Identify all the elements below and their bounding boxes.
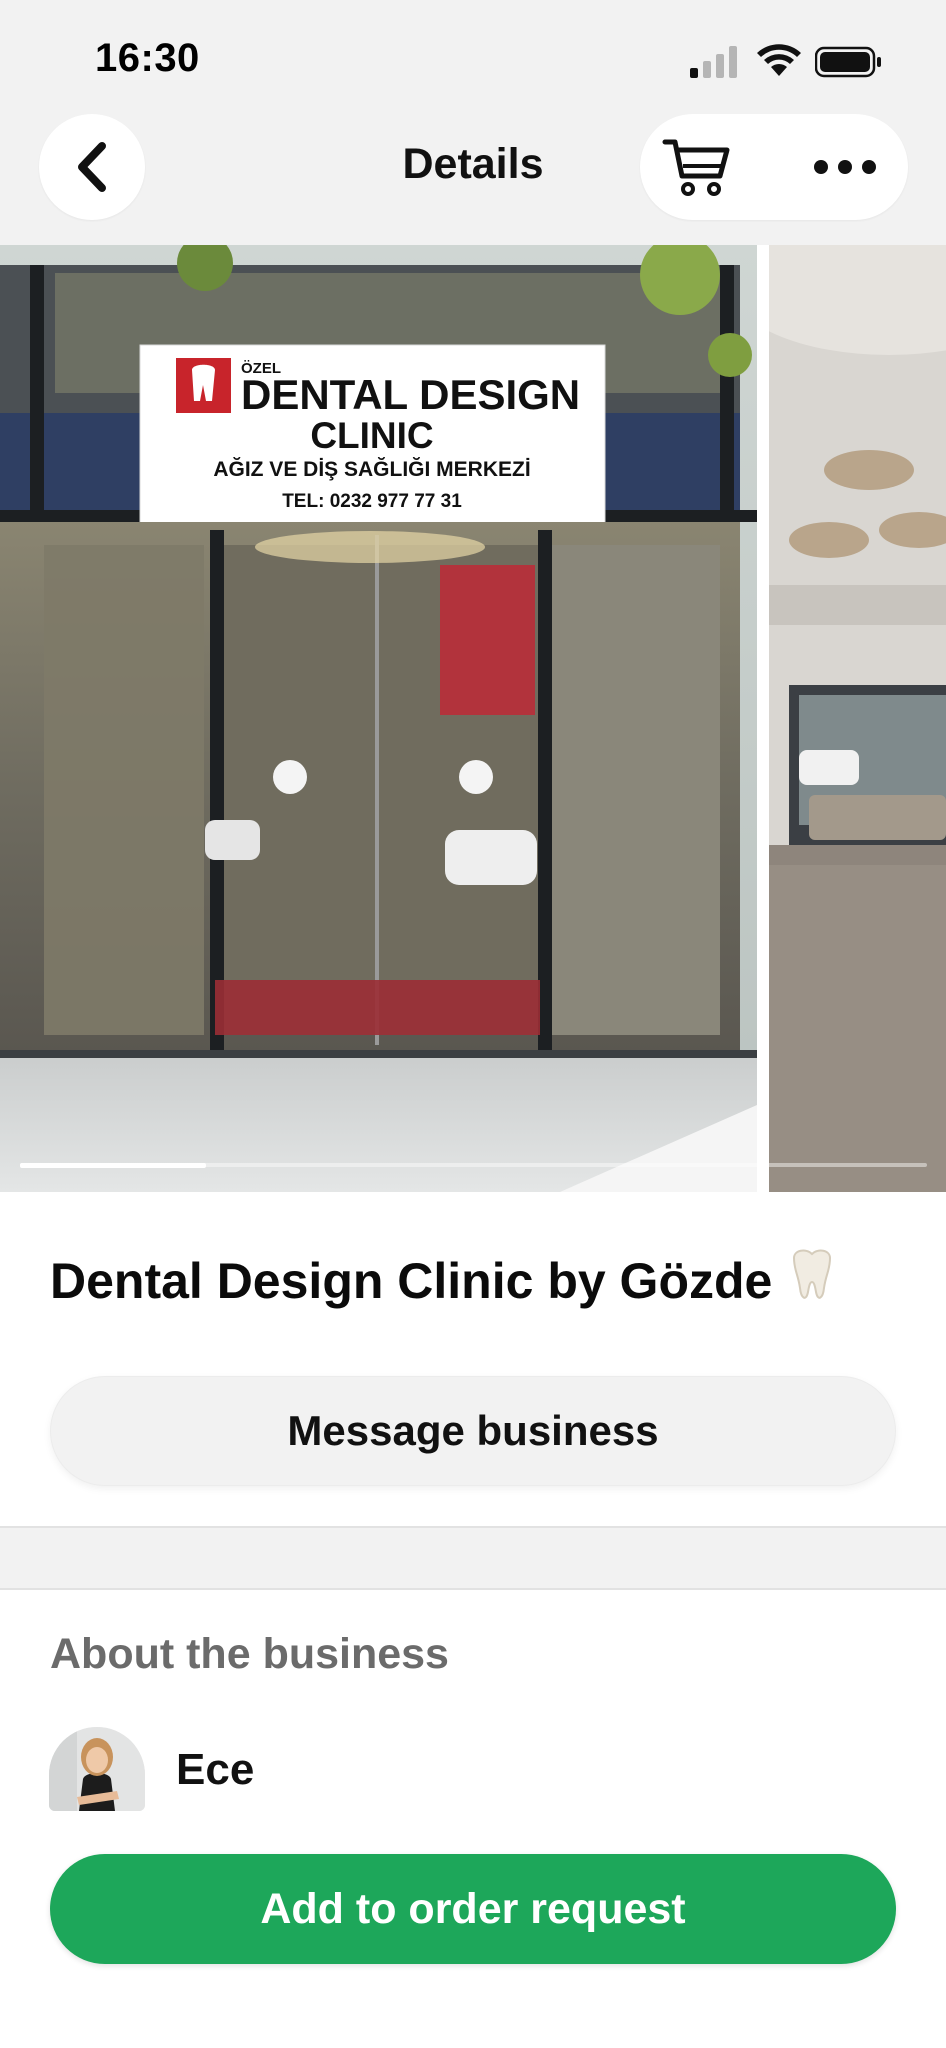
interior-image bbox=[769, 245, 946, 1192]
add-to-order-request-button[interactable]: Add to order request bbox=[50, 1854, 896, 1964]
sign-line-4: TEL: 0232 977 77 31 bbox=[282, 491, 462, 512]
storefront-image: ÖZEL DENTAL DESIGN CLINIC AĞIZ VE DİŞ SA… bbox=[0, 245, 757, 1192]
about-heading: About the business bbox=[50, 1630, 449, 1678]
message-business-button[interactable]: Message business bbox=[50, 1376, 896, 1486]
battery-icon bbox=[815, 46, 881, 78]
owner-avatar[interactable] bbox=[49, 1727, 145, 1811]
nav-header: Details bbox=[0, 110, 946, 245]
wifi-icon bbox=[757, 44, 801, 76]
business-name: Dental Design Clinic by Gözde bbox=[50, 1253, 773, 1309]
gallery-photo-interior[interactable] bbox=[769, 245, 946, 1192]
header-actions bbox=[640, 114, 908, 220]
status-bar: 16:30 bbox=[0, 0, 946, 110]
photo-gallery[interactable]: ÖZEL DENTAL DESIGN CLINIC AĞIZ VE DİŞ SA… bbox=[0, 245, 946, 1192]
cart-icon bbox=[662, 139, 730, 196]
sign-line-2: CLINIC bbox=[310, 415, 433, 456]
owner-name: Ece bbox=[176, 1745, 255, 1794]
avatar-image bbox=[49, 1727, 145, 1811]
more-icon bbox=[814, 160, 876, 174]
status-time: 16:30 bbox=[95, 36, 200, 80]
cart-button[interactable] bbox=[662, 132, 732, 202]
more-options-button[interactable] bbox=[810, 132, 880, 202]
section-divider bbox=[0, 1526, 946, 1590]
gallery-progress-indicator bbox=[20, 1163, 206, 1168]
business-title: Dental Design Clinic by Gözde bbox=[50, 1248, 838, 1316]
signal-icon bbox=[690, 46, 737, 78]
tooth-emoji-icon bbox=[786, 1248, 838, 1316]
sign-line-1: DENTAL DESIGN bbox=[241, 371, 580, 418]
sign-line-3: AĞIZ VE DİŞ SAĞLIĞI MERKEZİ bbox=[213, 457, 530, 481]
gallery-photo-storefront[interactable]: ÖZEL DENTAL DESIGN CLINIC AĞIZ VE DİŞ SA… bbox=[0, 245, 757, 1192]
